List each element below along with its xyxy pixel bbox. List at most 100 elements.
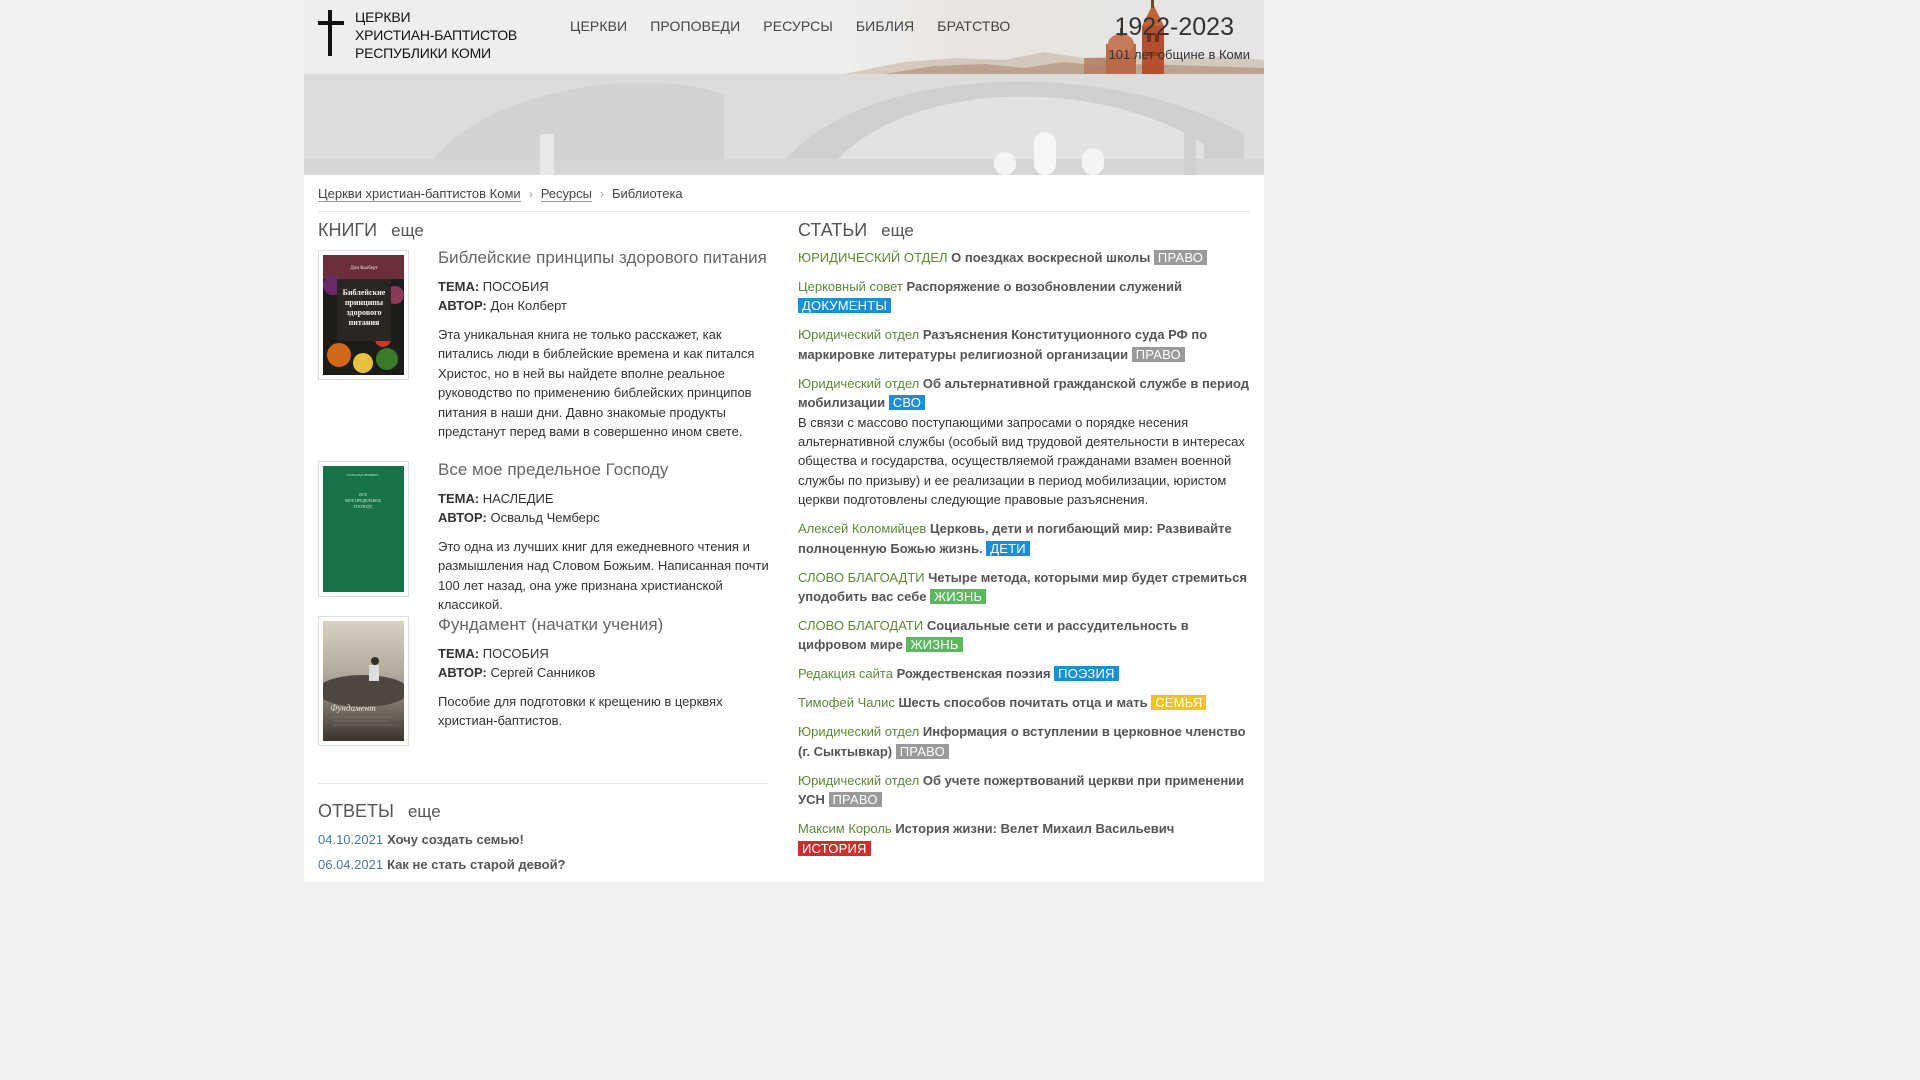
article-author[interactable]: Юридический отдел — [798, 376, 919, 391]
book-info: Все мое предельное Господу ТЕМА: НАСЛЕДИ… — [438, 460, 778, 615]
answer-date: 04.10.2021 — [318, 832, 384, 847]
article-tag-badge[interactable]: ЖИЗНЬ — [930, 589, 987, 605]
main-nav: ЦЕРКВИ ПРОПОВЕДИ РЕСУРСЫ БИБЛИЯ БРАТСТВО — [570, 18, 1033, 34]
book-description: Пособие для подготовки к крещению в церк… — [438, 694, 723, 729]
book-description: Эта уникальная книга не только расскажет… — [438, 327, 755, 440]
answer-question[interactable]: Хочу создать семью! — [387, 832, 524, 847]
article-author[interactable]: СЛОВО БЛАГОАДТИ — [798, 570, 925, 585]
article-item: СЛОВО БЛАГОАДТИ Четыре метода, которыми … — [798, 568, 1250, 607]
site-logo[interactable]: ЦЕРКВИ ХРИСТИАН-БАПТИСТОВ РЕСПУБЛИКИ КОМ… — [318, 8, 517, 62]
article-tag-badge[interactable]: ДЕТИ — [986, 540, 1030, 556]
answer-date: 06.04.2021 — [318, 857, 384, 872]
article-author[interactable]: СЛОВО БЛАГОДАТИ — [798, 618, 923, 633]
articles-more-link[interactable]: еще — [881, 221, 914, 240]
article-tag-badge[interactable]: СВО — [888, 395, 926, 411]
svg-text:Библейские: Библейские — [343, 288, 386, 297]
answers-heading: ОТВЕТЫ еще — [318, 801, 441, 821]
article-item: Юридический отдел Информация о вступлени… — [798, 722, 1250, 761]
site-header: ЦЕРКВИ ХРИСТИАН-БАПТИСТОВ РЕСПУБЛИКИ КОМ… — [304, 0, 1264, 74]
book-author: АВТОР: Освальд Чемберс — [438, 510, 600, 525]
svg-text:ВСЕ: ВСЕ — [359, 492, 367, 497]
svg-text:здорового: здорового — [346, 308, 381, 317]
nav-item-brotherhood[interactable]: БРАТСТВО — [937, 18, 1010, 34]
chevron-right-icon: › — [599, 187, 604, 201]
articles-heading: СТАТЬИ еще — [798, 220, 914, 240]
article-tag-badge[interactable]: ДОКУМЕНТЫ — [798, 298, 892, 314]
nav-item-sermons[interactable]: ПРОПОВЕДИ — [650, 18, 740, 34]
page-banner-image — [304, 74, 1264, 175]
article-item: Юридический отдел Об учете пожертвований… — [798, 771, 1250, 810]
article-tag-badge[interactable]: ЖИЗНЬ — [906, 637, 963, 653]
main-content: Церкви христиан-баптистов Коми › Ресурсы › Б… — [304, 175, 1264, 882]
book-description: Это одна из лучших книг для ежедневного … — [438, 539, 769, 613]
answers-section: ОТВЕТЫ еще 04.10.2021 Хочу создать семью! … — [318, 801, 768, 872]
article-tag-badge[interactable]: ПОЭЗИЯ — [1054, 666, 1119, 682]
book-author: АВТОР: Дон Колберт — [438, 298, 567, 313]
article-title[interactable]: Рождественская поэзия — [897, 666, 1051, 681]
nav-item-churches[interactable]: ЦЕРКВИ — [570, 18, 627, 34]
answer-item[interactable]: 04.10.2021 Хочу создать семью! — [318, 832, 768, 847]
article-title[interactable]: О поездках воскресной школы — [951, 250, 1150, 265]
divider — [318, 783, 768, 784]
article-author[interactable]: Редакция сайта — [798, 666, 893, 681]
breadcrumb: Церкви христиан-баптистов Коми › Ресурсы › Б… — [318, 186, 683, 202]
article-tag-badge[interactable]: ПРАВО — [828, 792, 882, 808]
book-title[interactable]: Все мое предельное Господу — [438, 460, 778, 480]
book-topic: ТЕМА: НАСЛЕДИЕ — [438, 491, 554, 506]
book-topic: ТЕМА: ПОСОБИЯ — [438, 279, 549, 294]
anniversary-subtitle: 101 лет общине в Коми — [1108, 47, 1250, 62]
cross-icon — [318, 10, 344, 58]
answer-question[interactable]: Как не стать старой девой? — [387, 857, 565, 872]
article-item: СЛОВО БЛАГОДАТИ Социальные сети и рассуд… — [798, 616, 1250, 655]
svg-text:Фундамент: Фундамент — [330, 703, 376, 713]
book-topic: ТЕМА: ПОСОБИЯ — [438, 646, 549, 661]
article-item: Юридический отдел Об альтернативной граж… — [798, 374, 1250, 510]
article-item: Максим Король История жизни: Велет Михаи… — [798, 819, 1250, 858]
book-cover-author: Дон Колберт — [350, 266, 378, 271]
article-tag-badge[interactable]: СЕМЬЯ — [1151, 695, 1207, 711]
answers-more-link[interactable]: еще — [408, 802, 441, 821]
article-title[interactable]: История жизни: Велет Михаил Васильевич — [895, 821, 1174, 836]
svg-text:ГОСПОДУ: ГОСПОДУ — [353, 504, 372, 509]
books-more-link[interactable]: еще — [391, 221, 424, 240]
article-tag-badge[interactable]: ПРАВО — [895, 743, 949, 759]
article-tag-badge[interactable]: ИСТОРИЯ — [798, 840, 871, 856]
svg-text:МОЕ ПРЕДЕЛЬНОЕ: МОЕ ПРЕДЕЛЬНОЕ — [345, 498, 381, 503]
answer-item[interactable]: 06.04.2021 Как не стать старой девой? — [318, 857, 768, 872]
article-author[interactable]: Юридический отдел — [798, 773, 919, 788]
article-author[interactable]: Тимофей Чалис — [798, 695, 895, 710]
book-author: АВТОР: Сергей Санников — [438, 665, 596, 680]
article-title[interactable]: Распоряжение о возобновлении служений — [906, 279, 1182, 294]
book-info: Библейские принципы здорового питания ТЕ… — [438, 248, 778, 441]
article-author[interactable]: Церковный совет — [798, 279, 903, 294]
book-title[interactable]: Фундамент (начатки учения) — [438, 615, 778, 635]
book-cover[interactable]: Фундамент — [318, 616, 409, 746]
book-title[interactable]: Библейские принципы здорового питания — [438, 248, 778, 268]
article-item: Церковный совет Распоряжение о возобновл… — [798, 277, 1250, 316]
article-item: Тимофей Чалис Шесть способов почитать от… — [798, 693, 1250, 712]
article-author[interactable]: Максим Король — [798, 821, 892, 836]
articles-section: СТАТЬИ еще ЮРИДИЧЕСКИЙ ОТДЕЛ О поездках в… — [798, 220, 1250, 868]
nav-item-bible[interactable]: БИБЛИЯ — [856, 18, 914, 34]
article-tag-badge[interactable]: ПРАВО — [1153, 250, 1208, 265]
article-description: В связи с массово поступающими запросами… — [798, 414, 1245, 508]
anniversary-years: 1922-2023 — [1114, 13, 1234, 41]
book-cover[interactable]: Дон Колберт Библейские принципы здоровог… — [318, 250, 409, 380]
nav-item-resources[interactable]: РЕСУРСЫ — [763, 18, 833, 34]
article-author[interactable]: Юридический отдел — [798, 327, 919, 342]
article-title[interactable]: Шесть способов почитать отца и мать — [898, 695, 1147, 710]
breadcrumb-link-home[interactable]: Церкви христиан-баптистов Коми — [318, 186, 521, 202]
books-section: КНИГИ еще Дон Колберт Библейские принципы… — [318, 220, 769, 746]
chevron-right-icon: › — [528, 187, 533, 201]
books-heading: КНИГИ еще — [318, 220, 424, 240]
book-cover[interactable]: ОСВАЛЬД ЧЕМБЕРС ВСЕ МОЕ ПРЕДЕЛЬНОЕ ГОСПО… — [318, 461, 409, 597]
article-author[interactable]: Юридический отдел — [798, 724, 919, 739]
breadcrumb-link-resources[interactable]: Ресурсы — [540, 186, 592, 202]
article-tag-badge[interactable]: ПРАВО — [1131, 346, 1185, 362]
svg-text:питания: питания — [349, 318, 380, 327]
svg-text:ОСВАЛЬД ЧЕМБЕРС: ОСВАЛЬД ЧЕМБЕРС — [347, 473, 381, 477]
article-item: ЮРИДИЧЕСКИЙ ОТДЕЛ О поездках воскресной … — [798, 248, 1250, 267]
article-author[interactable]: ЮРИДИЧЕСКИЙ ОТДЕЛ — [798, 250, 948, 265]
article-item: Алексей Коломийцев Церковь, дети и погиб… — [798, 519, 1250, 558]
article-author[interactable]: Алексей Коломийцев — [798, 521, 926, 536]
